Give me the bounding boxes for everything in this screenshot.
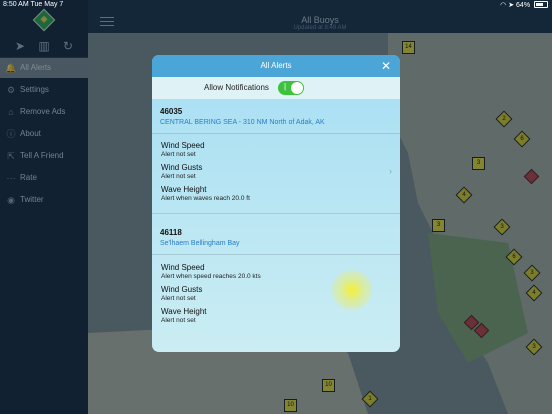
- alert-desc: Alert not set: [161, 151, 196, 158]
- alerts-modal: All Alerts ✕ Allow Notifications 46035 C…: [152, 55, 400, 352]
- modal-header: All Alerts ✕: [152, 55, 400, 77]
- buoy-id: 46118: [160, 228, 182, 237]
- buoy-location-link[interactable]: Se'lhaem Bellingham Bay: [160, 240, 240, 247]
- notifications-label: Allow Notifications: [204, 83, 269, 92]
- alert-desc: Alert when waves reach 20.0 ft: [161, 195, 250, 202]
- buoy-location-link[interactable]: CENTRAL BERING SEA - 310 NM North of Ada…: [160, 119, 325, 126]
- alert-name[interactable]: Wave Height: [161, 185, 207, 194]
- battery-percent: 64%: [516, 2, 531, 9]
- notifications-row: Allow Notifications: [152, 77, 400, 99]
- alert-name[interactable]: Wind Gusts: [161, 163, 202, 172]
- touch-highlight: [332, 270, 372, 310]
- close-icon[interactable]: ✕: [378, 58, 394, 74]
- clock-text: 8:50 AM: [3, 1, 29, 8]
- alert-name[interactable]: Wind Speed: [161, 141, 205, 150]
- status-right: ◠ ➤ 64%: [500, 1, 548, 9]
- alert-desc: Alert not set: [161, 317, 196, 324]
- divider: [152, 254, 400, 255]
- alert-desc: Alert not set: [161, 295, 196, 302]
- alert-name[interactable]: Wind Speed: [161, 263, 205, 272]
- divider: [152, 213, 400, 214]
- notifications-toggle[interactable]: [278, 81, 304, 95]
- location-icon: ➤: [508, 2, 515, 9]
- divider: [152, 133, 400, 134]
- status-time: 8:50 AM Tue May 7: [3, 1, 63, 8]
- modal-title: All Alerts: [260, 61, 292, 70]
- status-bar: 8:50 AM Tue May 7 ◠ ➤ 64%: [0, 0, 552, 11]
- alert-name[interactable]: Wave Height: [161, 307, 207, 316]
- buoy-id: 46035: [160, 107, 183, 116]
- date-text: Tue May 7: [30, 1, 64, 8]
- alert-name[interactable]: Wind Gusts: [161, 285, 202, 294]
- alert-desc: Alert not set: [161, 173, 196, 180]
- alert-desc: Alert when speed reaches 20.0 kts: [161, 273, 261, 280]
- chevron-right-icon: ›: [389, 166, 392, 176]
- battery-icon: [534, 1, 548, 8]
- wifi-icon: ◠: [500, 2, 507, 9]
